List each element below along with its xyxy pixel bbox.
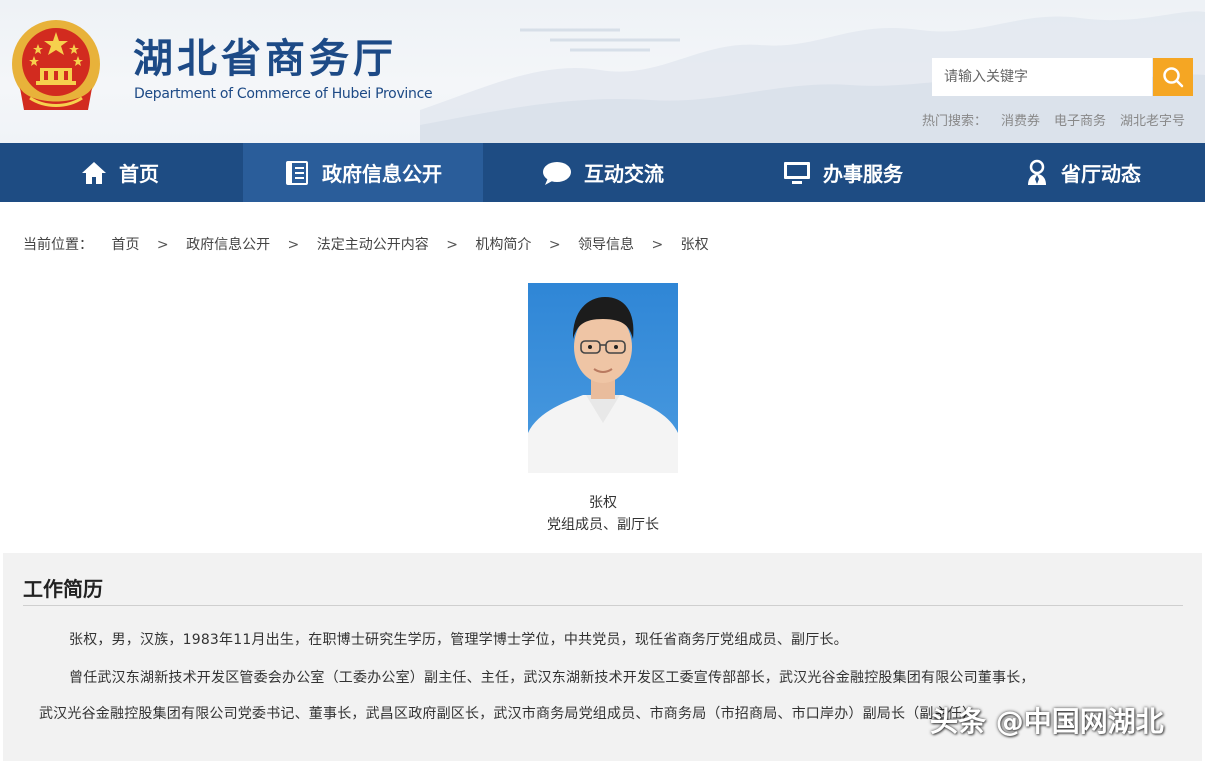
breadcrumb-separator: > xyxy=(651,237,664,253)
section-divider xyxy=(23,605,1183,606)
breadcrumb-link[interactable]: 法定主动公开内容 xyxy=(317,237,429,253)
hot-term-link[interactable]: 电子商务 xyxy=(1054,110,1106,129)
watermark: 头条 @中国网湖北 xyxy=(930,705,1164,738)
site-subtitle: Department of Commerce of Hubei Province xyxy=(134,86,433,102)
main-nav: 首页 政府信息公开 互动交流 办事服务 省厅动态 xyxy=(0,143,1205,202)
site-header: 湖北省商务厅 Department of Commerce of Hubei P… xyxy=(0,0,1205,143)
breadcrumb-link[interactable]: 首页 xyxy=(111,237,139,253)
site-title: 湖北省商务厅 xyxy=(133,35,397,82)
person-name: 张权 xyxy=(589,495,617,511)
hot-search: 热门搜索： 消费券 电子商务 湖北老字号 xyxy=(922,110,1185,129)
breadcrumb-prefix: 当前位置： xyxy=(23,237,93,253)
home-icon xyxy=(82,161,106,184)
nav-item-label: 首页 xyxy=(119,162,159,186)
breadcrumb-separator: > xyxy=(548,237,561,253)
official-portrait-photo xyxy=(528,283,678,473)
breadcrumb-link[interactable]: 领导信息 xyxy=(578,237,634,253)
search-input[interactable] xyxy=(932,58,1152,96)
nav-item-interaction[interactable]: 互动交流 xyxy=(483,143,723,202)
breadcrumb: 当前位置： 首页 > 政府信息公开 > 法定主动公开内容 > 机构简介 > 领导… xyxy=(23,234,709,254)
nav-item-label: 办事服务 xyxy=(823,162,903,186)
nav-item-services[interactable]: 办事服务 xyxy=(723,143,963,202)
nav-item-home[interactable]: 首页 xyxy=(0,143,240,202)
search-button[interactable] xyxy=(1153,58,1193,96)
person-badge-icon xyxy=(1028,159,1046,185)
breadcrumb-separator: > xyxy=(156,237,169,253)
nav-item-gov-info[interactable]: 政府信息公开 xyxy=(243,143,483,202)
nav-item-label: 互动交流 xyxy=(584,162,664,186)
breadcrumb-link[interactable]: 政府信息公开 xyxy=(186,237,270,253)
breadcrumb-current[interactable]: 张权 xyxy=(681,237,709,253)
nav-item-label: 政府信息公开 xyxy=(322,162,442,186)
resume-paragraph: 张权，男，汉族，1983年11月出生，在职博士研究生学历，管理学博士学位，中共党… xyxy=(69,632,848,648)
monitor-icon xyxy=(784,161,810,184)
nav-item-news[interactable]: 省厅动态 xyxy=(963,143,1203,202)
national-emblem-logo xyxy=(12,20,100,110)
person-position: 党组成员、副厅长 xyxy=(547,517,659,533)
hot-search-label: 热门搜索： xyxy=(922,114,988,129)
chat-bubble-icon xyxy=(543,161,571,185)
hot-term-link[interactable]: 消费券 xyxy=(1001,110,1040,129)
search-icon xyxy=(1163,67,1184,88)
breadcrumb-separator: > xyxy=(446,237,458,253)
document-icon xyxy=(286,160,308,185)
breadcrumb-separator: > xyxy=(287,237,300,253)
resume-paragraph: 曾任武汉东湖新技术开发区管委会办公室（工委办公室）副主任、主任，武汉东湖新技术开… xyxy=(69,670,1035,686)
section-heading: 工作简历 xyxy=(23,577,103,601)
resume-paragraph: 武汉光谷金融控股集团有限公司党委书记、董事长，武昌区政府副区长，武汉市商务局党组… xyxy=(39,706,977,722)
hot-term-link[interactable]: 湖北老字号 xyxy=(1120,110,1185,129)
nav-item-label: 省厅动态 xyxy=(1061,162,1141,186)
breadcrumb-link[interactable]: 机构简介 xyxy=(475,237,531,253)
